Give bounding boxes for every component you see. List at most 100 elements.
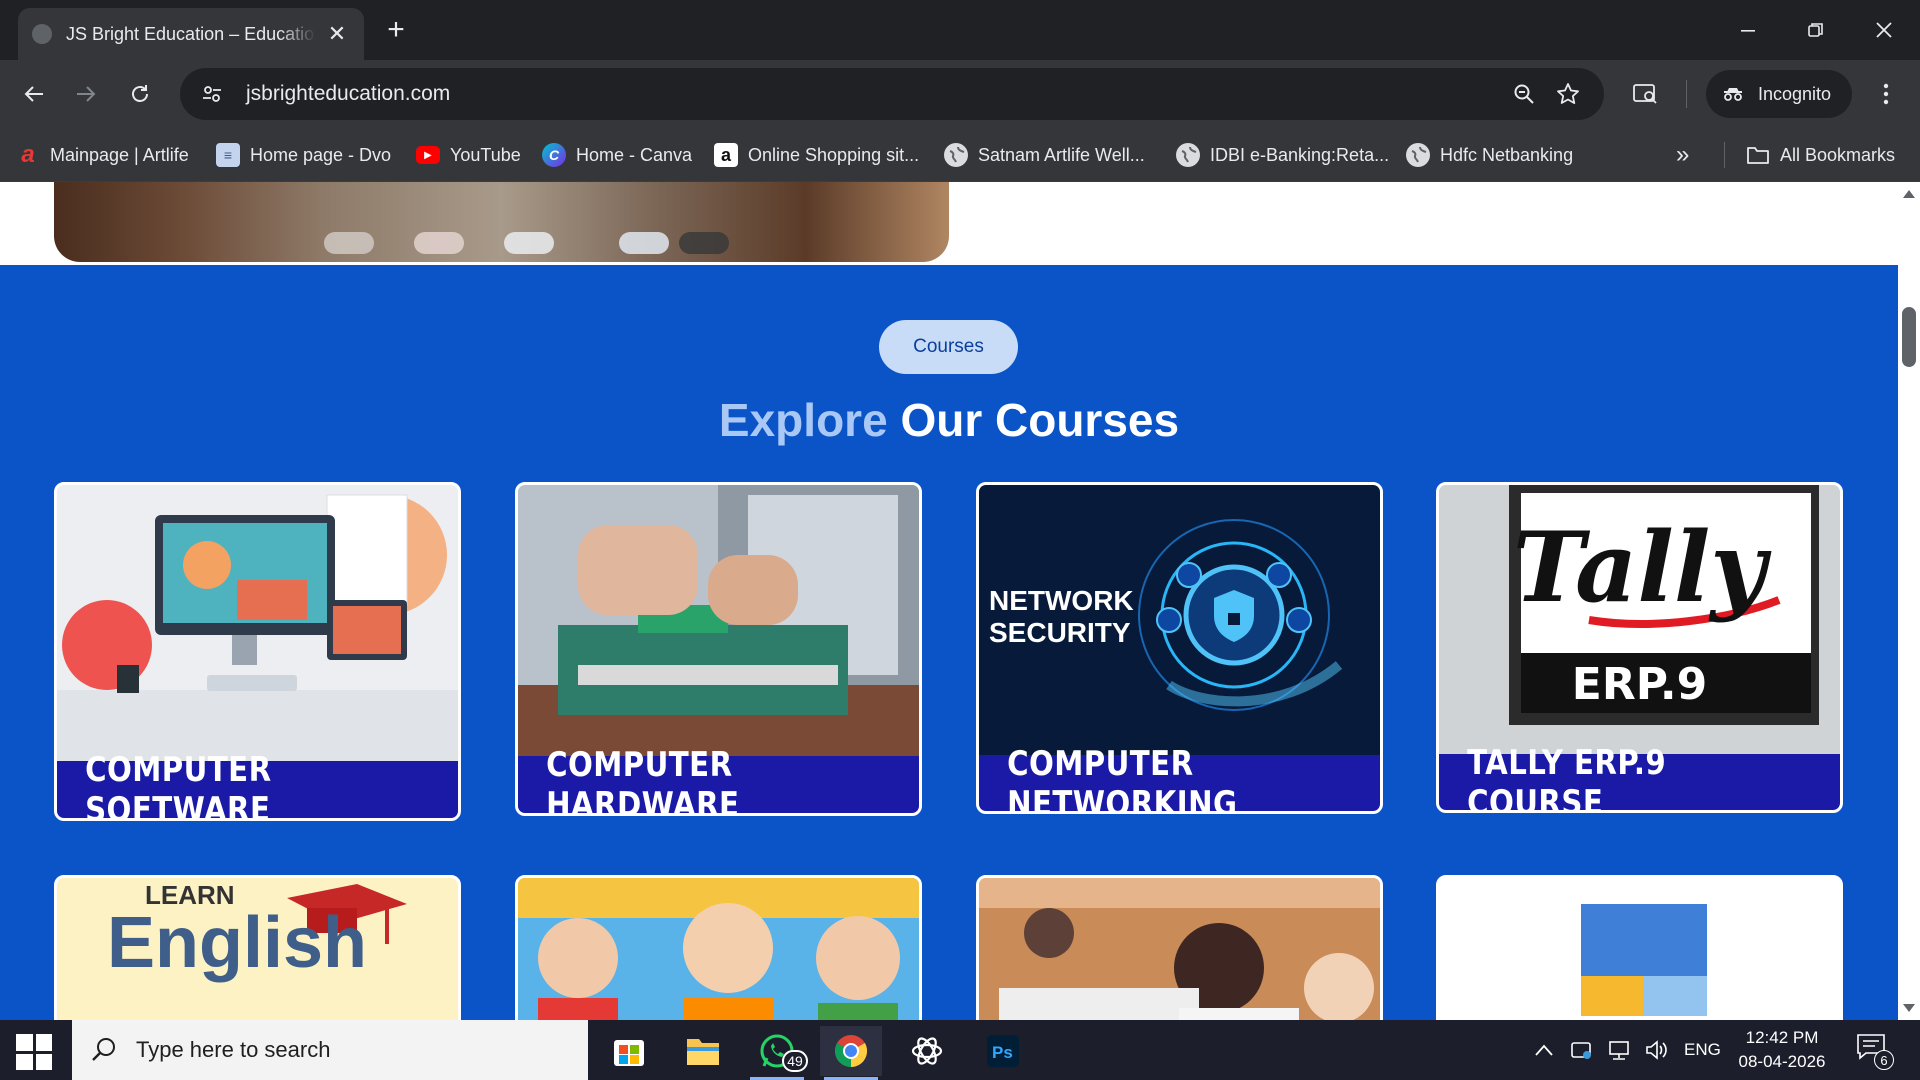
forward-button[interactable]: [66, 74, 106, 114]
bookmark-item[interactable]: Hdfc Netbanking: [1406, 139, 1573, 171]
bookmark-item[interactable]: Satnam Artlife Well...: [944, 139, 1145, 171]
network-icon[interactable]: [1606, 1039, 1632, 1061]
close-tab-icon[interactable]: ✕: [324, 21, 350, 47]
address-bar[interactable]: jsbrighteducation.com: [180, 68, 1604, 120]
course-title: COMPUTER NETWORKING: [1007, 744, 1352, 811]
url-text: jsbrighteducation.com: [246, 82, 451, 105]
course-card-tally[interactable]: Tally ERP.9 TALLY ERP.9 COURSE: [1436, 482, 1843, 813]
microsoft-store-app[interactable]: [598, 1026, 660, 1076]
more-vert-icon: [1883, 83, 1889, 105]
bookmark-label: Hdfc Netbanking: [1440, 144, 1574, 165]
bookmark-item[interactable]: a Mainpage | Artlife: [16, 139, 189, 171]
all-bookmarks-button[interactable]: All Bookmarks: [1746, 139, 1895, 171]
more-bookmarks-button[interactable]: »: [1676, 139, 1689, 171]
course-card-networking[interactable]: NETWORK SECURITY COMPUTER NETWORKING: [976, 482, 1383, 814]
tally-logo-text: Tally: [1512, 511, 1767, 624]
scroll-up-icon[interactable]: [1903, 190, 1915, 198]
tally-erp-text: ERP.9: [1571, 659, 1708, 710]
bookmarks-bar: a Mainpage | Artlife ≡ Home page - Dvo ▶…: [0, 128, 1920, 182]
notification-count: 6: [1874, 1050, 1894, 1070]
restore-icon: [1808, 23, 1823, 37]
windows-start-button[interactable]: [16, 1034, 52, 1070]
bookmark-item[interactable]: C Home - Canva: [542, 139, 692, 171]
canva-icon: C: [542, 143, 566, 167]
incognito-label: Incognito: [1758, 83, 1832, 104]
course-card-class[interactable]: [976, 875, 1383, 1020]
taskbar-clock[interactable]: 12:42 PM 08-04-2026: [1722, 1026, 1842, 1074]
course-card-kids[interactable]: [515, 875, 922, 1020]
notification-center-button[interactable]: 6: [1856, 1032, 1896, 1072]
bookmark-item[interactable]: a Online Shopping sit...: [714, 139, 919, 171]
windows-taskbar: Type here to search 49 Ps ENG 12:42 PM 0…: [0, 1020, 1920, 1080]
course-card-office[interactable]: [1436, 875, 1843, 1020]
whatsapp-app[interactable]: 49: [746, 1026, 808, 1080]
bookmark-star-icon[interactable]: [1546, 72, 1590, 116]
course-image: [518, 485, 919, 756]
course-banner: COMPUTER HARDWARE: [518, 745, 919, 813]
arrow-right-icon: [77, 86, 96, 102]
course-image: [1439, 878, 1840, 1020]
input-language[interactable]: ENG: [1684, 1040, 1721, 1060]
hero-image: [54, 182, 949, 262]
chrome-icon: [834, 1035, 868, 1067]
volume-icon[interactable]: [1644, 1039, 1668, 1061]
bookmark-item[interactable]: ▶ YouTube: [416, 139, 521, 171]
tab-search-icon: [1633, 84, 1657, 104]
minimize-button[interactable]: [1714, 0, 1782, 60]
english-text: English: [107, 903, 368, 983]
youtube-icon: ▶: [416, 146, 440, 164]
course-card-hardware[interactable]: COMPUTER HARDWARE: [515, 482, 922, 816]
bookmark-label: Home page - Dvo: [250, 144, 392, 165]
store-icon: [614, 1040, 644, 1066]
course-banner: TALLY ERP.9 COURSE: [1439, 743, 1840, 810]
tab-search-button[interactable]: [1626, 74, 1666, 114]
meet-now-icon[interactable]: [1570, 1039, 1594, 1061]
course-image: [518, 878, 919, 1020]
bookmark-label: Online Shopping sit...: [748, 144, 920, 165]
bookmark-item[interactable]: IDBI e-Banking:Reta...: [1176, 139, 1389, 171]
clock-time: 12:42 PM: [1745, 1028, 1819, 1047]
toolbar-divider: [1686, 80, 1687, 108]
whatsapp-badge: 49: [782, 1050, 808, 1072]
incognito-button[interactable]: Incognito: [1706, 70, 1852, 118]
globe-icon: [1406, 143, 1430, 167]
menu-button[interactable]: [1866, 74, 1906, 114]
section-pill: Courses: [879, 320, 1018, 374]
file-explorer-app[interactable]: [672, 1026, 734, 1076]
page-scrollbar[interactable]: [1898, 182, 1920, 1020]
bookmark-label: Mainpage | Artlife: [50, 144, 189, 165]
restore-button[interactable]: [1782, 0, 1850, 60]
bookmark-label: IDBI e-Banking:Reta...: [1210, 144, 1390, 165]
photoshop-app[interactable]: Ps: [972, 1026, 1034, 1076]
course-image: [979, 878, 1380, 1020]
bookmark-label: Home - Canva: [576, 144, 693, 165]
zoom-icon[interactable]: [1502, 72, 1546, 116]
chrome-app[interactable]: [820, 1026, 882, 1080]
back-button[interactable]: [14, 74, 54, 114]
scroll-thumb[interactable]: [1902, 307, 1916, 367]
bookmark-item[interactable]: ≡ Home page - Dvo: [216, 139, 391, 171]
close-icon: [1876, 22, 1892, 38]
bookmarks-divider: [1724, 142, 1725, 168]
chevron-up-icon[interactable]: [1534, 1043, 1554, 1057]
chatgpt-app[interactable]: [896, 1026, 958, 1076]
courses-section: Courses Explore Our Courses COMPUTER SOF…: [0, 265, 1898, 1020]
photoshop-icon: Ps: [987, 1035, 1019, 1067]
reload-button[interactable]: [120, 74, 160, 114]
folder-icon: [687, 1039, 719, 1065]
browser-tab[interactable]: JS Bright Education – Education ✕: [18, 8, 364, 60]
course-card-software[interactable]: COMPUTER SOFTWARE: [54, 482, 461, 821]
tab-title: JS Bright Education – Education: [66, 23, 316, 44]
course-card-english[interactable]: LEARN English: [54, 875, 461, 1020]
course-banner: COMPUTER SOFTWARE: [57, 750, 458, 818]
reload-icon: [132, 85, 148, 102]
taskbar-search-box[interactable]: Type here to search: [72, 1020, 588, 1080]
scroll-down-icon[interactable]: [1903, 1004, 1915, 1012]
course-banner: COMPUTER NETWORKING: [979, 744, 1380, 811]
close-window-button[interactable]: [1850, 0, 1918, 60]
incognito-icon: [1724, 88, 1742, 101]
site-info-icon[interactable]: [192, 74, 232, 114]
new-tab-button[interactable]: +: [380, 13, 412, 46]
system-tray: ENG: [1534, 1020, 1721, 1080]
globe-icon: [1176, 143, 1200, 167]
